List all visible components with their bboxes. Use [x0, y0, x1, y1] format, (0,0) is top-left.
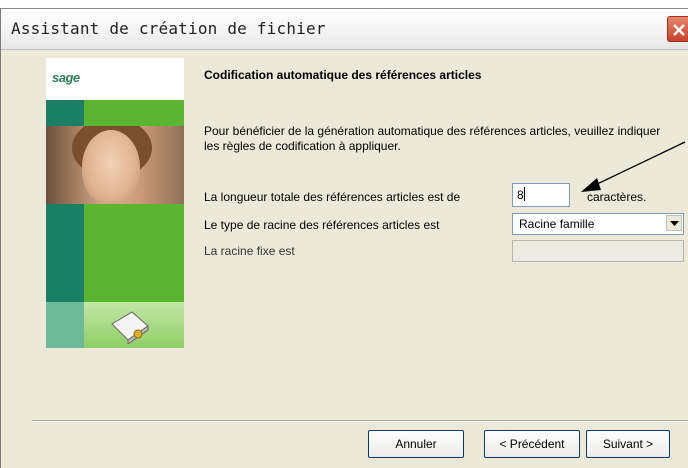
length-input[interactable]: 8: [512, 183, 570, 207]
teal-band-lower: [46, 204, 84, 302]
green-band: [84, 100, 184, 126]
annotation-arrow-icon: [581, 141, 686, 192]
root-type-label: Le type de racine des références article…: [204, 218, 440, 232]
woman-photo: [46, 126, 184, 204]
document-stamp-icon: [111, 311, 149, 344]
dropdown-button[interactable]: [666, 215, 682, 231]
fixed-root-input[interactable]: [512, 240, 684, 262]
title-bar: Assistant de création de fichier: [1, 8, 688, 50]
previous-button[interactable]: < Précédent: [484, 430, 580, 458]
sage-logo: sage: [52, 70, 80, 85]
chevron-down-icon: [670, 221, 679, 226]
window-title: Assistant de création de fichier: [11, 19, 326, 38]
illustration-panel: sage: [46, 58, 184, 348]
cancel-button[interactable]: Annuler: [368, 430, 464, 458]
footer-separator-highlight: [32, 421, 688, 422]
fixed-root-label: La racine fixe est: [204, 244, 295, 258]
close-icon: [673, 24, 685, 36]
green-band-lower: [84, 204, 184, 302]
length-value: 8: [517, 188, 524, 202]
root-type-value: Racine famille: [519, 217, 595, 231]
next-button[interactable]: Suivant >: [586, 430, 670, 458]
root-type-select[interactable]: Racine famille: [512, 213, 684, 235]
teal-band-bottom: [46, 302, 84, 348]
length-label: La longueur totale des références articl…: [204, 190, 461, 204]
photo-face: [82, 130, 140, 204]
page-heading: Codification automatique des références …: [204, 68, 482, 82]
teal-band: [46, 100, 84, 126]
text-cursor: [523, 187, 525, 201]
close-button[interactable]: [667, 16, 688, 42]
